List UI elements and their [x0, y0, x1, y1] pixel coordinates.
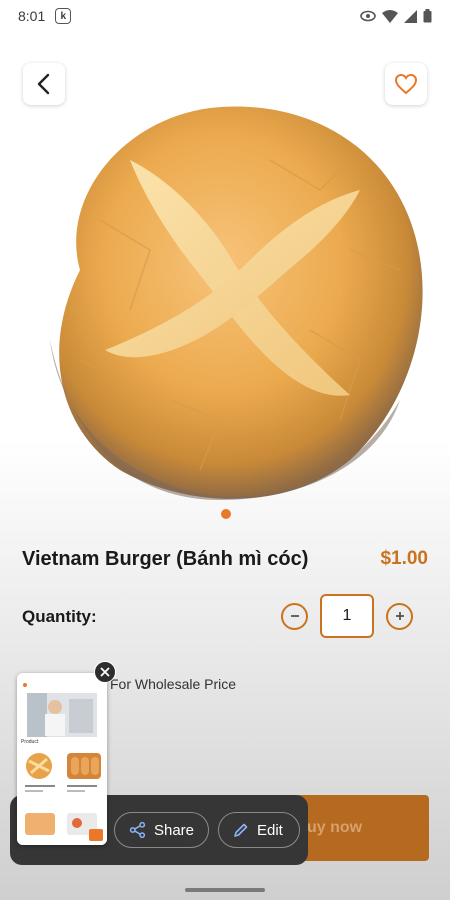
- chevron-left-icon: [37, 73, 50, 95]
- signal-icon: [404, 9, 417, 23]
- product-title: Vietnam Burger (Bánh mì cóc): [22, 548, 309, 570]
- k-badge-icon: k: [55, 8, 72, 24]
- wifi-icon: [382, 9, 398, 23]
- share-icon: [129, 821, 146, 839]
- increase-quantity-button[interactable]: [386, 602, 413, 630]
- carousel-indicator[interactable]: [221, 509, 231, 519]
- quantity-label: Quantity:: [22, 607, 97, 626]
- heart-outline-icon: [394, 73, 418, 95]
- product-price: $1.00: [380, 548, 428, 569]
- close-icon: [100, 667, 110, 677]
- quantity-stepper: 1: [281, 594, 413, 638]
- decrease-quantity-button[interactable]: [281, 602, 308, 630]
- edit-label: Edit: [257, 821, 283, 839]
- pencil-icon: [234, 823, 248, 837]
- product-image: [50, 106, 423, 500]
- thumbnail-label: Product: [21, 739, 39, 745]
- minus-icon: [290, 615, 299, 617]
- share-button[interactable]: Share: [114, 812, 209, 848]
- thumbnail-preview: [17, 673, 107, 845]
- back-button[interactable]: [23, 63, 65, 105]
- battery-icon: [423, 9, 432, 23]
- share-label: Share: [153, 821, 194, 839]
- wholesale-price-link[interactable]: For Wholesale Price: [110, 676, 236, 692]
- quantity-input[interactable]: 1: [320, 594, 374, 638]
- eye-icon: [360, 10, 376, 22]
- screenshot-thumbnail[interactable]: Product: [17, 673, 107, 845]
- favorite-button[interactable]: [385, 63, 427, 105]
- plus-icon: [395, 612, 404, 620]
- gesture-nav-bar[interactable]: [185, 888, 265, 892]
- edit-button[interactable]: Edit: [218, 812, 300, 848]
- status-icons: [360, 9, 432, 23]
- status-bar: 8:01 k: [0, 0, 450, 32]
- thumbnail-close-button[interactable]: [94, 661, 116, 683]
- status-time: 8:01: [18, 8, 46, 24]
